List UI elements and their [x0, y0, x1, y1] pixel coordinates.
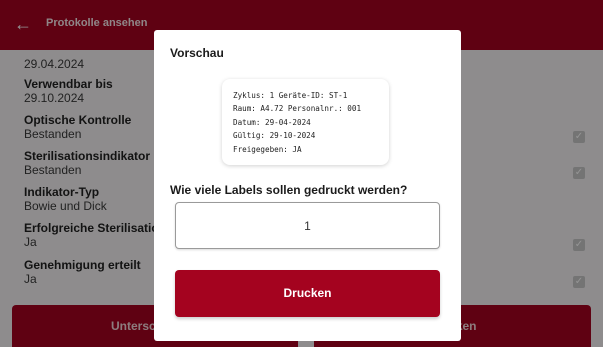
preview-line-date: Datum: 29-04-2024 — [233, 117, 311, 127]
dialog-title: Vorschau — [170, 46, 224, 60]
label-preview: Zyklus: 1 Geräte-ID: ST-1 Raum: A4.72 Pe… — [222, 79, 389, 165]
preview-line-room: Raum: A4.72 Personalnr.: 001 — [233, 104, 362, 114]
label-count-question: Wie viele Labels sollen gedruckt werden? — [170, 183, 408, 197]
print-preview-dialog: Vorschau Zyklus: 1 Geräte-ID: ST-1 Raum:… — [154, 30, 461, 341]
preview-line-approved: Freigegeben: JA — [233, 144, 302, 154]
print-button[interactable]: Drucken — [175, 270, 440, 317]
preview-line-cycle: Zyklus: 1 Geräte-ID: ST-1 — [233, 91, 348, 100]
preview-line-valid: Gültig: 29-10-2024 — [233, 131, 316, 141]
label-quantity-input[interactable] — [175, 202, 440, 249]
